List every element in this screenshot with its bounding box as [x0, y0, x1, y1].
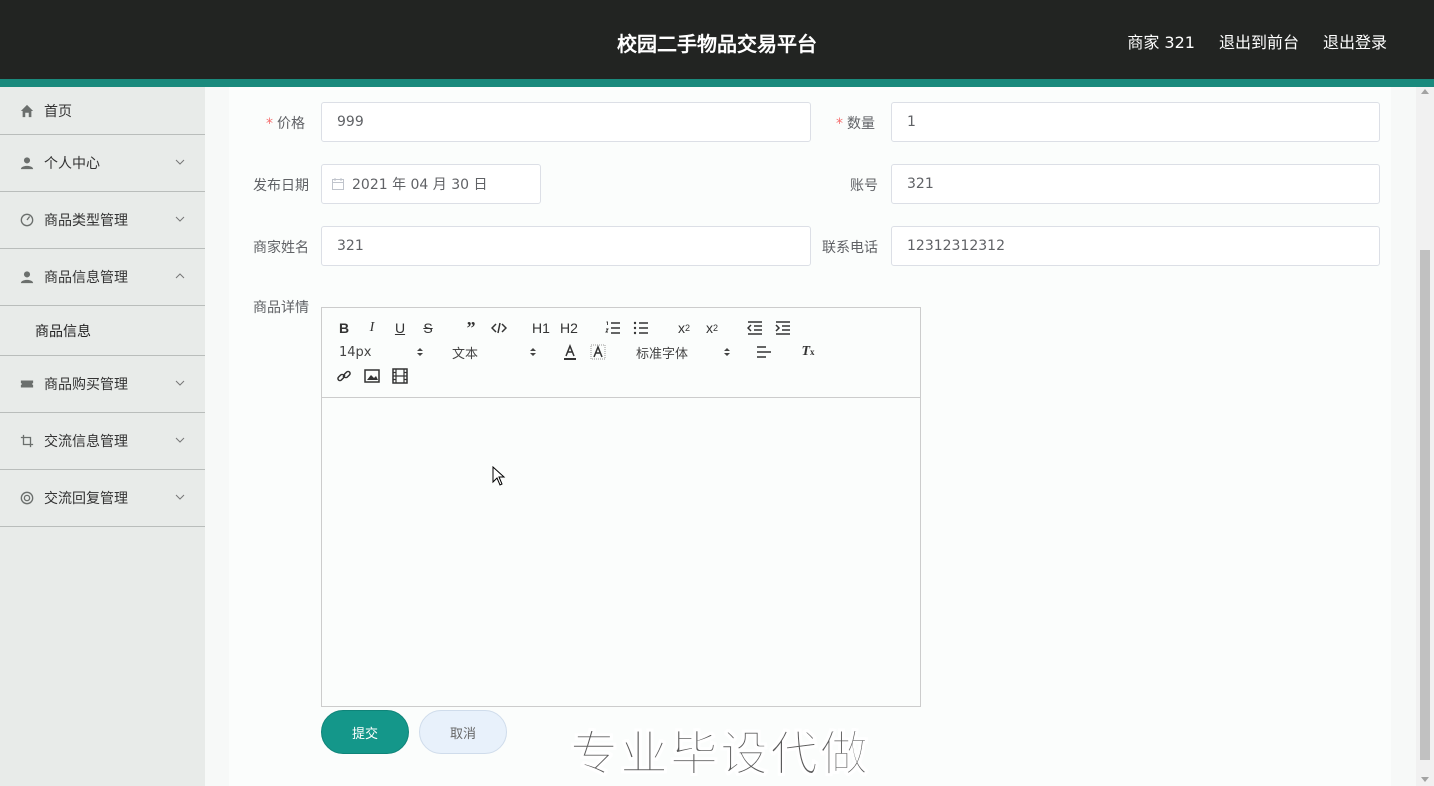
sidebar-item-home[interactable]: 首页 [0, 87, 205, 135]
accent-strip [0, 79, 1434, 87]
underline-icon[interactable]: U [390, 319, 410, 337]
cancel-button[interactable]: 取消 [419, 710, 507, 754]
rich-text-editor: B I U S ” H1 H2 x2 x2 14px 文本 标准字体 T x [321, 307, 921, 707]
chevron-down-icon [175, 494, 185, 500]
video-icon[interactable] [390, 367, 410, 385]
editor-toolbar: B I U S ” H1 H2 x2 x2 14px 文本 标准字体 T x [322, 308, 920, 398]
top-links: 商家 321 退出到前台 退出登录 [1127, 29, 1387, 53]
select-arrows-icon [530, 348, 536, 356]
crop-icon [20, 434, 34, 448]
sidebar: 首页 个人中心 商品类型管理 商品信息管理 商品信息 商品购买管理 交流信息管理 [0, 87, 205, 786]
ticket-icon [20, 377, 34, 391]
user-icon [20, 156, 34, 170]
scrollbar-thumb[interactable] [1420, 250, 1430, 760]
sidebar-item-label: 首页 [44, 103, 72, 120]
user-label[interactable]: 商家 321 [1127, 29, 1195, 53]
publish-date-value: 2021 年 04 月 30 日 [352, 177, 488, 193]
exit-to-front-link[interactable]: 退出到前台 [1219, 29, 1299, 53]
sidebar-item-message-management[interactable]: 交流信息管理 [0, 413, 205, 470]
bullet-list-icon[interactable] [631, 319, 651, 337]
indent-icon[interactable] [773, 319, 793, 337]
strike-icon[interactable]: S [418, 319, 438, 337]
quantity-input[interactable]: 1 [891, 102, 1380, 142]
user-icon [20, 270, 34, 284]
publish-date-picker[interactable]: 2021 年 04 月 30 日 [321, 164, 541, 204]
sidebar-item-product-info-management[interactable]: 商品信息管理 [0, 249, 205, 306]
sidebar-item-category-management[interactable]: 商品类型管理 [0, 192, 205, 249]
heading2-icon[interactable]: H2 [559, 319, 579, 337]
sidebar-item-label: 交流回复管理 [44, 491, 128, 507]
scroll-down-arrow-icon[interactable] [1421, 777, 1429, 782]
font-color-icon[interactable] [560, 343, 580, 361]
submit-button[interactable]: 提交 [321, 710, 409, 754]
merchant-name-input[interactable]: 321 [321, 226, 811, 266]
lifebuoy-icon [20, 491, 34, 505]
font-size-select[interactable]: 14px [339, 343, 423, 361]
account-input[interactable]: 321 [891, 164, 1380, 204]
merchant-name-label: 商家姓名 [253, 240, 309, 256]
outdent-icon[interactable] [745, 319, 765, 337]
subscript-icon[interactable]: x2 [674, 319, 694, 337]
dashboard-icon [20, 213, 34, 227]
account-label: 账号 [850, 178, 878, 194]
chevron-down-icon [175, 159, 185, 165]
chevron-down-icon [175, 437, 185, 443]
clear-format-icon[interactable]: Tx [798, 343, 818, 361]
align-icon[interactable] [754, 343, 774, 361]
font-family-select[interactable]: 标准字体 [636, 343, 730, 362]
calendar-icon [332, 178, 344, 190]
sidebar-item-reply-management[interactable]: 交流回复管理 [0, 470, 205, 527]
editor-content-area[interactable] [322, 398, 920, 706]
sidebar-item-label: 个人中心 [44, 156, 100, 172]
price-input[interactable]: 999 [321, 102, 811, 142]
heading-select[interactable]: 文本 [452, 343, 536, 362]
link-icon[interactable] [334, 367, 354, 385]
chevron-down-icon [175, 380, 185, 386]
sidebar-item-label: 商品购买管理 [44, 377, 128, 393]
italic-icon[interactable]: I [362, 319, 382, 337]
home-icon [20, 104, 34, 118]
sidebar-item-purchase-management[interactable]: 商品购买管理 [0, 356, 205, 413]
select-arrows-icon [417, 348, 423, 356]
chevron-down-icon [175, 216, 185, 222]
phone-input[interactable]: 12312312312 [891, 226, 1380, 266]
sidebar-item-label: 商品信息管理 [44, 270, 128, 286]
superscript-icon[interactable]: x2 [702, 319, 722, 337]
scroll-up-arrow-icon[interactable] [1421, 89, 1429, 94]
chevron-up-icon [175, 273, 185, 279]
scrollbar[interactable] [1416, 87, 1434, 786]
product-detail-label: 商品详情 [253, 300, 309, 316]
sidebar-subitem-product-info[interactable]: 商品信息 [0, 306, 205, 356]
background-color-icon[interactable] [588, 343, 608, 361]
quantity-label: * 数量 [836, 116, 875, 132]
sidebar-item-label: 商品类型管理 [44, 213, 128, 229]
logout-link[interactable]: 退出登录 [1323, 29, 1387, 53]
mouse-cursor-icon [492, 466, 506, 486]
phone-label: 联系电话 [822, 240, 878, 256]
select-arrows-icon [724, 348, 730, 356]
price-label: * 价格 [266, 116, 305, 132]
bold-icon[interactable]: B [334, 319, 354, 337]
sidebar-item-personal-center[interactable]: 个人中心 [0, 135, 205, 192]
blockquote-icon[interactable]: ” [461, 318, 481, 338]
image-icon[interactable] [362, 367, 382, 385]
publish-date-label: 发布日期 [253, 178, 309, 194]
heading1-icon[interactable]: H1 [531, 319, 551, 337]
sidebar-item-label: 交流信息管理 [44, 434, 128, 450]
watermark-text: 专业毕设代做 [569, 726, 871, 783]
ordered-list-icon[interactable] [603, 319, 623, 337]
code-block-icon[interactable] [489, 319, 509, 337]
